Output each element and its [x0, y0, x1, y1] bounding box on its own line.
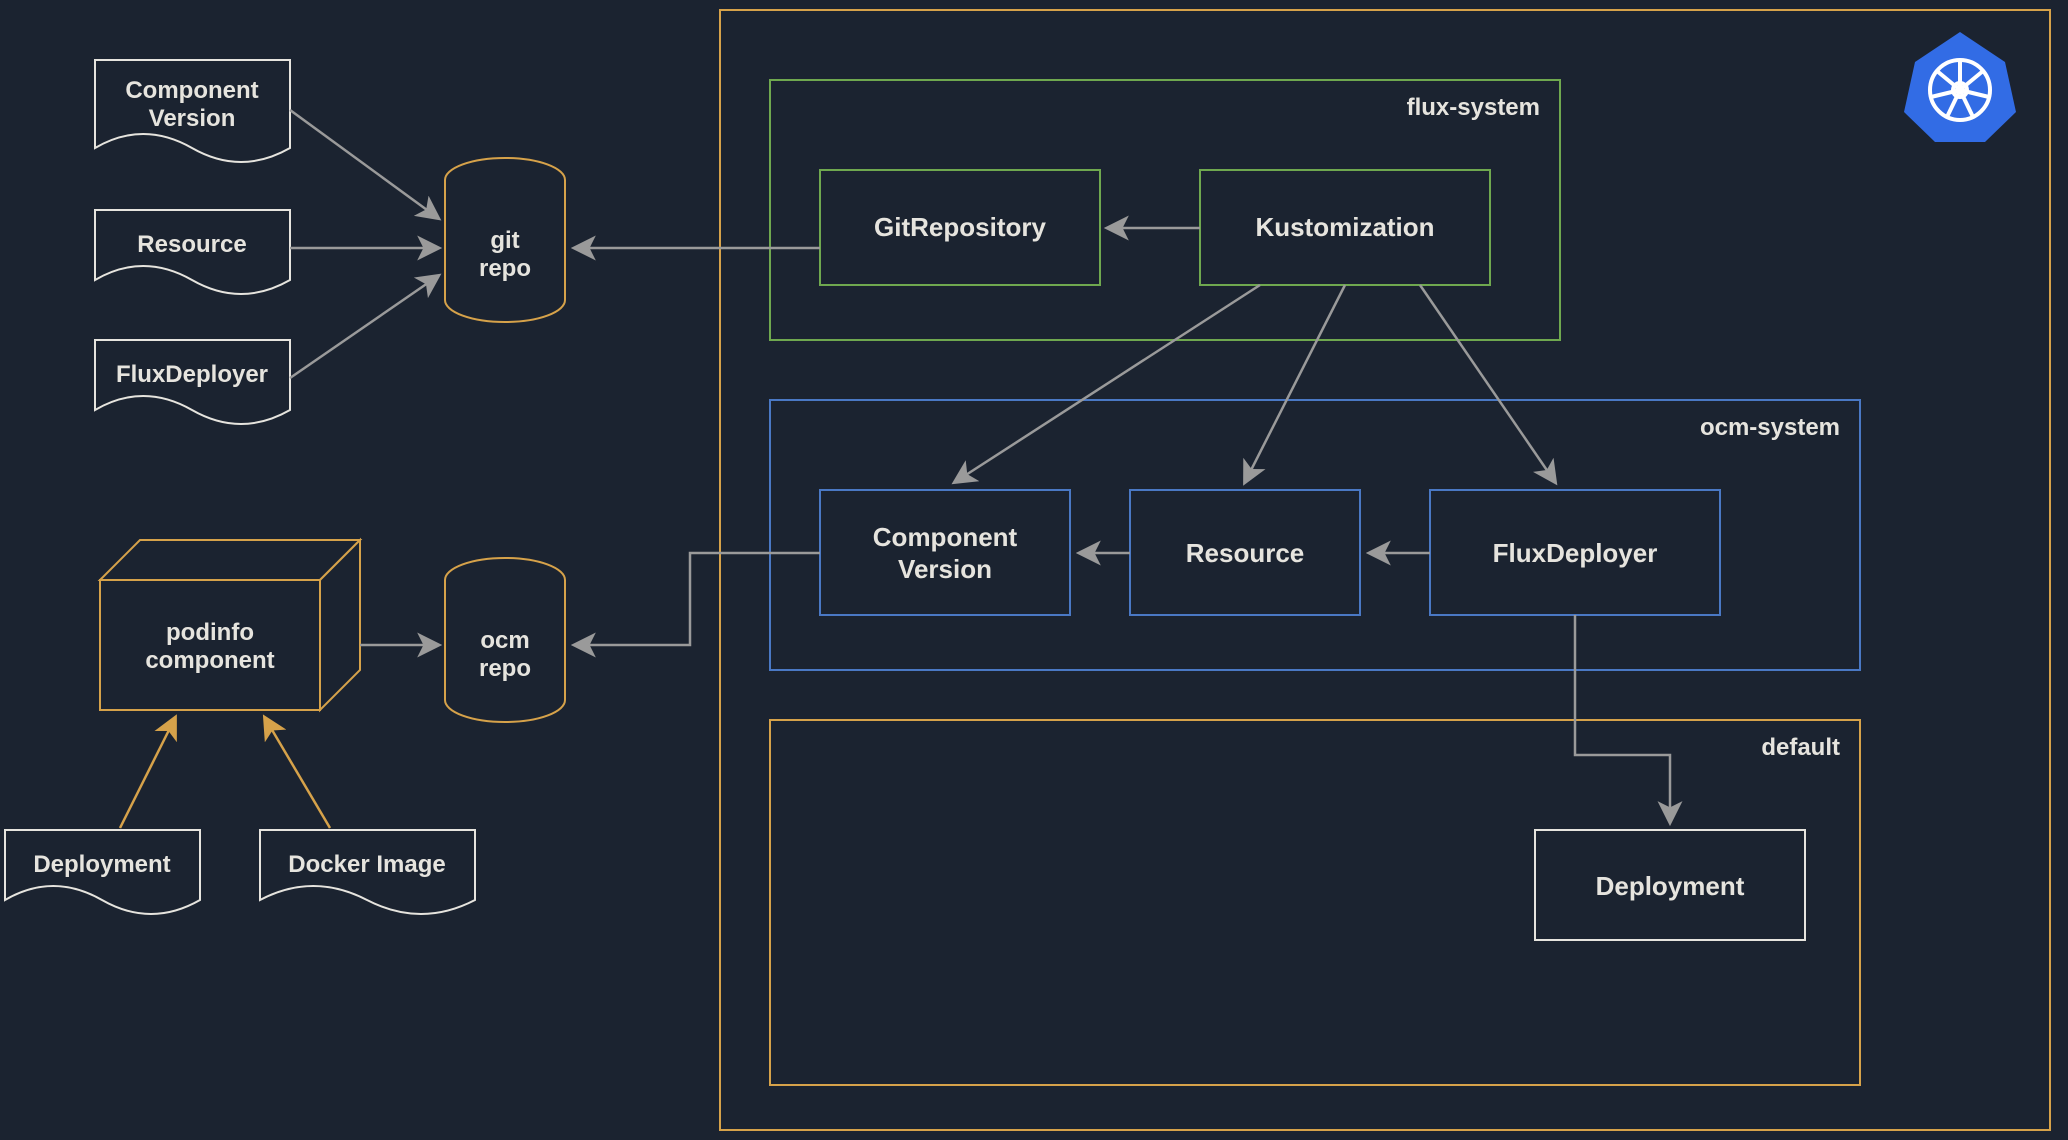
svg-text:Component: Component [873, 522, 1018, 552]
box-label: Resource [1186, 538, 1305, 568]
box-label: Kustomization [1255, 212, 1434, 242]
zone-label: ocm-system [1700, 414, 1840, 441]
arrow-deployment-to-podinfo [120, 718, 175, 828]
doc-label: FluxDeployer [116, 361, 268, 388]
diagram-canvas: Component Version Resource FluxDeployer … [0, 0, 2068, 1140]
arrow-cv-to-ocmrepo [575, 553, 820, 645]
cylinder-git-repo: git repo [445, 158, 565, 322]
svg-text:git: git [490, 227, 519, 254]
doc-docker-image: Docker Image [260, 830, 475, 914]
doc-label: Resource [137, 231, 246, 258]
svg-text:ocm: ocm [480, 627, 529, 654]
doc-label: Deployment [33, 851, 170, 878]
box-label: GitRepository [874, 212, 1046, 242]
box-label: FluxDeployer [1493, 538, 1658, 568]
svg-text:podinfo: podinfo [166, 619, 254, 646]
doc-flux-deployer: FluxDeployer [95, 340, 290, 424]
doc-label: Docker Image [288, 851, 445, 878]
arrow-kust-to-cv [955, 285, 1260, 482]
arrow-fd-to-deploy [1575, 615, 1670, 822]
box-component-version [820, 490, 1070, 615]
svg-text:component: component [145, 647, 274, 674]
svg-text:Version: Version [898, 554, 992, 584]
svg-text:Component: Component [125, 77, 258, 104]
doc-component-version: Component Version [95, 60, 290, 162]
svg-text:repo: repo [479, 255, 531, 282]
box-label: Deployment [1596, 871, 1745, 901]
zone-label: default [1761, 734, 1840, 761]
doc-resource: Resource [95, 210, 290, 294]
doc-label: Component [125, 77, 258, 104]
arrow-docker-to-podinfo [265, 718, 330, 828]
zone-label: flux-system [1407, 94, 1540, 121]
arrow-kust-to-fd [1420, 285, 1555, 482]
cube-podinfo: podinfo component [100, 540, 360, 710]
svg-text:repo: repo [479, 655, 531, 682]
arrow-doc-fd-to-git [290, 276, 438, 378]
doc-deployment: Deployment [5, 830, 200, 914]
arrow-kust-to-res [1245, 285, 1345, 482]
cylinder-ocm-repo: ocm repo [445, 558, 565, 722]
svg-text:Version: Version [149, 105, 236, 132]
arrow-doc-cv-to-git [290, 110, 438, 218]
kubernetes-icon [1904, 32, 2016, 142]
